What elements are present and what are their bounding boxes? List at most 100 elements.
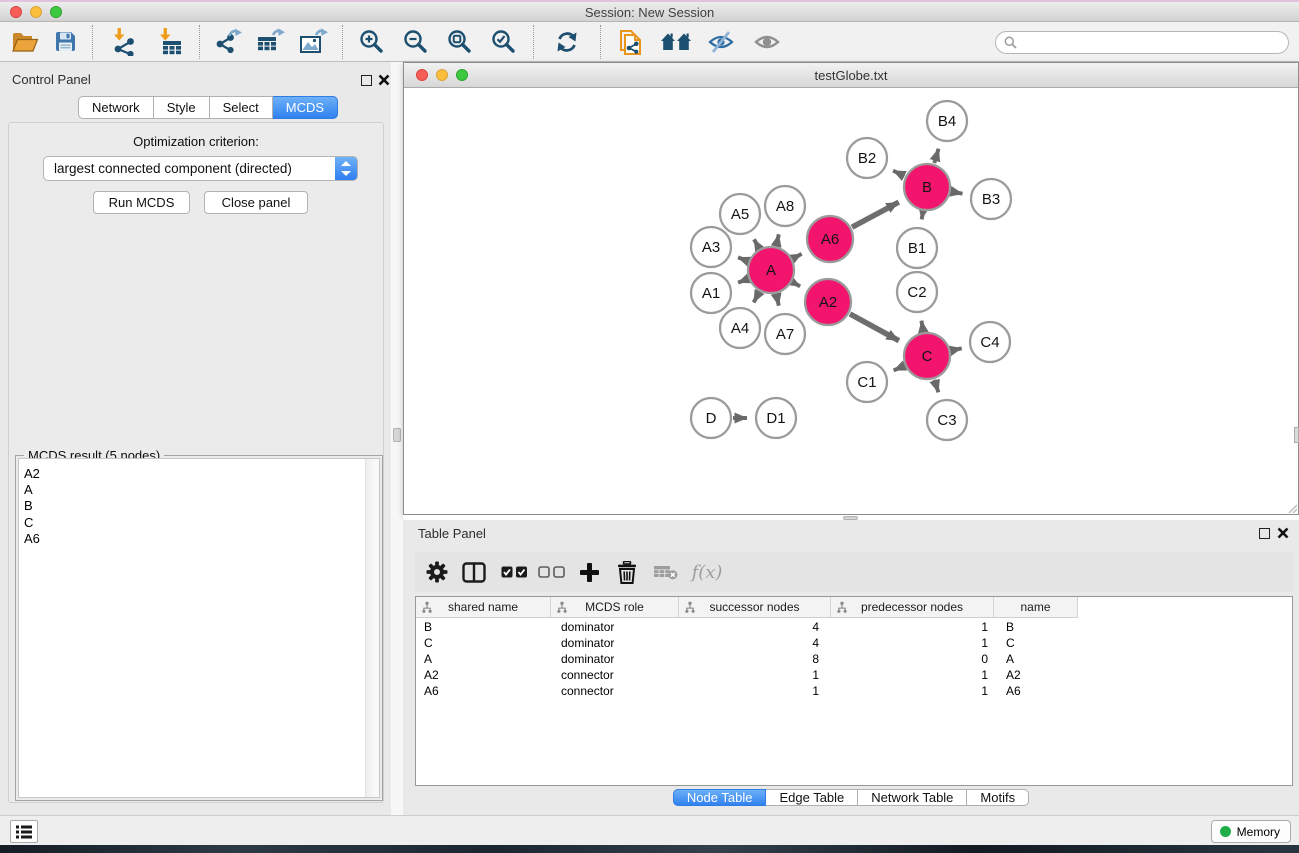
table-cell[interactable]: A [994,651,1078,667]
tab-select[interactable]: Select [210,96,273,119]
zoom-out-icon[interactable] [394,24,438,60]
table-tab-network-table[interactable]: Network Table [858,789,967,806]
close-table-panel-icon[interactable] [1276,526,1290,540]
edge-A-A4[interactable] [754,292,760,302]
save-session-icon[interactable] [45,24,85,60]
table-tab-edge-table[interactable]: Edge Table [766,789,858,806]
table-row[interactable]: A2connector11A2 [416,667,1078,683]
column-header-name[interactable]: name [994,597,1078,618]
edge-A6-B[interactable] [852,202,899,227]
table-cell[interactable]: B [416,619,551,635]
edge-B-B1[interactable] [922,212,923,220]
close-panel-icon[interactable] [377,73,391,87]
run-mcds-button[interactable]: Run MCDS [93,191,190,214]
table-cell[interactable]: 4 [679,619,831,635]
memory-button[interactable]: Memory [1211,820,1291,843]
import-table-icon[interactable] [146,24,192,60]
result-item[interactable]: C [19,515,379,531]
table-row[interactable]: A6connector11A6 [416,683,1078,699]
table-cell[interactable]: A6 [416,683,551,699]
table-cell[interactable]: B [994,619,1078,635]
edge-A-A3[interactable] [738,257,748,261]
refresh-icon[interactable] [541,24,593,60]
open-session-icon[interactable] [5,24,45,60]
search-input[interactable] [1022,36,1280,50]
result-scrollbar[interactable] [365,459,379,797]
vertical-splitter[interactable] [391,62,403,815]
select-all-icon[interactable] [499,552,529,592]
edge-A-A7[interactable] [776,294,778,305]
table-cell[interactable]: 8 [679,651,831,667]
table-cell[interactable]: C [994,635,1078,651]
table-cell[interactable]: 0 [831,651,994,667]
edge-A-A2[interactable] [793,282,800,286]
edge-A-A1[interactable] [738,279,748,283]
edge-B-B4[interactable] [934,149,938,163]
table-tab-motifs[interactable]: Motifs [967,789,1029,806]
table-cell[interactable]: 1 [831,683,994,699]
tab-mcds[interactable]: MCDS [273,96,338,119]
export-table-icon[interactable] [249,24,291,60]
column-header-MCDS-role[interactable]: MCDS role [551,597,679,618]
table-row[interactable]: Adominator80A [416,651,1078,667]
function-builder-icon[interactable]: f(x) [687,552,727,592]
table-cell[interactable]: 1 [831,635,994,651]
edge-B-B2[interactable] [893,171,904,177]
network-window-titlebar[interactable]: testGlobe.txt [404,63,1298,88]
table-cell[interactable]: 1 [831,619,994,635]
table-cell[interactable]: 1 [831,667,994,683]
delete-rows-icon[interactable] [613,552,641,592]
edge-C-C3[interactable] [934,380,938,392]
clone-network-icon[interactable] [608,24,654,60]
column-header-shared-name[interactable]: shared name [416,597,551,618]
table-cell[interactable]: A2 [416,667,551,683]
table-cell[interactable]: dominator [551,619,679,635]
splitter-handle[interactable] [843,516,858,520]
tab-style[interactable]: Style [154,96,210,119]
optimization-dropdown[interactable]: largest connected component (directed) [43,156,358,181]
resize-grip-icon[interactable] [1287,503,1297,513]
zoom-selected-icon[interactable] [482,24,526,60]
result-item[interactable]: B [19,498,379,514]
result-item[interactable]: A [19,482,379,498]
edge-C-C2[interactable] [921,321,923,332]
show-panel-icon[interactable] [744,24,790,60]
edge-C-C1[interactable] [894,366,904,371]
table-cell[interactable]: A2 [994,667,1078,683]
table-cell[interactable]: dominator [551,635,679,651]
tab-network[interactable]: Network [78,96,154,119]
table-cell[interactable]: 4 [679,635,831,651]
deselect-all-icon[interactable] [536,552,566,592]
home-icon[interactable] [654,24,698,60]
right-splitter-handle[interactable] [1294,427,1299,443]
table-cell[interactable]: 1 [679,683,831,699]
network-canvas[interactable]: B4B2BB3A8A5A6A3B1AA1C2A2A4A7C4CC1DD1C3 [404,88,1298,514]
table-row[interactable]: Cdominator41C [416,635,1078,651]
table-cell[interactable]: connector [551,667,679,683]
splitter-handle[interactable] [393,428,401,442]
show-columns-icon[interactable] [460,552,488,592]
table-cell[interactable]: 1 [679,667,831,683]
float-table-panel-icon[interactable] [1259,528,1270,539]
zoom-fit-icon[interactable] [438,24,482,60]
export-network-icon[interactable] [207,24,249,60]
table-cell[interactable]: dominator [551,651,679,667]
close-panel-button[interactable]: Close panel [204,191,308,214]
zoom-in-icon[interactable] [350,24,394,60]
table-tab-node-table[interactable]: Node Table [673,789,767,806]
edge-A2-C[interactable] [850,314,899,341]
result-item[interactable]: A2 [19,466,379,482]
edge-B-B3[interactable] [952,192,963,194]
add-row-icon[interactable] [575,552,603,592]
hide-panel-icon[interactable] [698,24,744,60]
edge-A-A5[interactable] [754,239,759,248]
result-item[interactable]: A6 [19,531,379,547]
import-network-icon[interactable] [100,24,146,60]
edge-A-A8[interactable] [776,234,778,245]
edge-C-C4[interactable] [951,348,961,350]
column-header-predecessor-nodes[interactable]: predecessor nodes [831,597,994,618]
table-cell[interactable]: C [416,635,551,651]
delete-table-icon[interactable] [652,552,680,592]
table-cell[interactable]: A6 [994,683,1078,699]
table-cell[interactable]: A [416,651,551,667]
